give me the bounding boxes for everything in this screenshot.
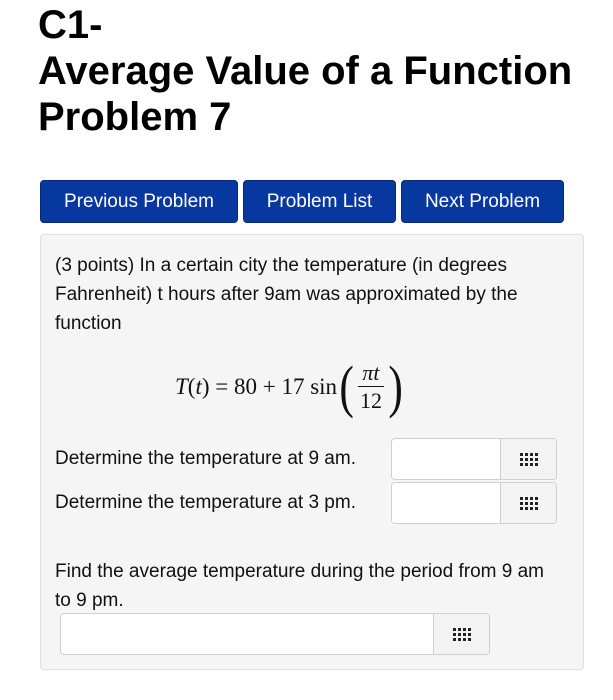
title-line-1: C1- [38,3,103,47]
question-average [60,613,490,655]
title-line-2: Average Value of a Function [38,49,573,93]
answer-average-box [60,613,490,655]
answer-average-input[interactable] [61,614,433,654]
grid-keypad-icon [452,627,471,641]
next-problem-button[interactable]: Next Problem [401,180,564,223]
problem-nav: Previous Problem Problem List Next Probl… [40,180,564,223]
question-3pm: Determine the temperature at 3 pm. [55,482,557,524]
answer-3pm-box [391,482,557,524]
temperature-formula: T(t) = 80 + 17 sin ( πt 12 ) [175,355,405,419]
question-3pm-label: Determine the temperature at 3 pm. [55,492,356,513]
left-paren: ( [339,354,354,419]
page-title: C1- Average Value of a Function Problem … [38,2,613,140]
answer-9am-input[interactable] [392,439,500,479]
problem-list-button[interactable]: Problem List [243,180,396,223]
question-9am: Determine the temperature at 9 am. [55,438,557,480]
fraction-numerator: πt [358,360,384,387]
answer-9am-box [391,438,557,480]
fraction-denominator: 12 [359,388,382,413]
problem-panel: (3 points) In a certain city the tempera… [40,234,584,670]
grid-keypad-icon [519,452,538,466]
title-line-3: Problem 7 [38,95,232,139]
grid-keypad-icon [519,496,538,510]
formula-fraction: πt 12 [358,360,384,414]
right-paren: ) [387,354,403,419]
answer-9am-tool-button[interactable] [500,439,556,479]
previous-problem-button[interactable]: Previous Problem [40,180,238,223]
answer-3pm-tool-button[interactable] [500,483,556,523]
question-9am-label: Determine the temperature at 9 am. [55,448,356,469]
formula-lhs: T(t) = 80 + 17 sin [175,374,338,399]
question-average-label: Find the average temperature during the … [55,561,544,611]
answer-3pm-input[interactable] [392,483,500,523]
answer-average-tool-button[interactable] [433,614,489,654]
problem-intro: (3 points) In a certain city the tempera… [55,255,518,334]
